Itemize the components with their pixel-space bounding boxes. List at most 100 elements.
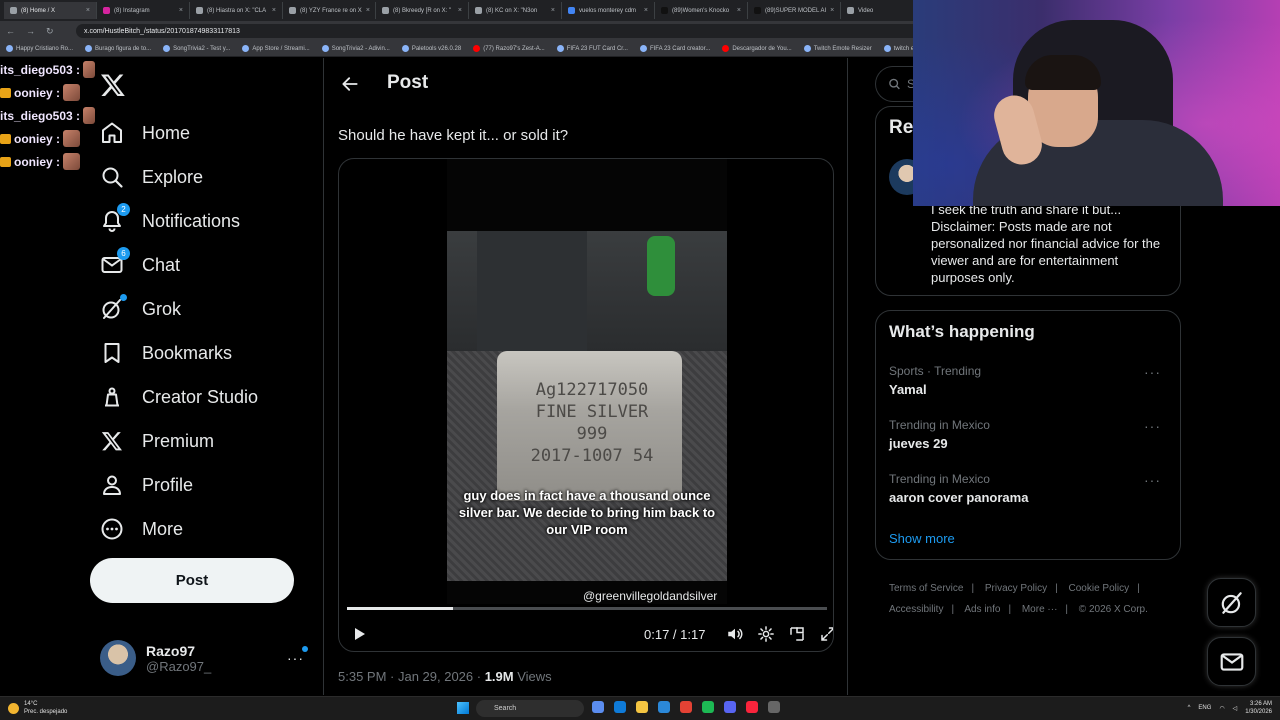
settings-gear-icon[interactable] <box>757 625 775 643</box>
bookmark-item[interactable]: App Store / Streami... <box>242 45 310 52</box>
bookmark-item[interactable]: Paletools v26.0.28 <box>401 45 461 52</box>
browser-tab[interactable]: (8) Hiastra on X: "CLA × <box>190 2 283 19</box>
x-logo-icon[interactable] <box>100 72 126 98</box>
bookmark-item[interactable]: FIFA 23 FUT Card Cr... <box>556 45 628 52</box>
back-nav-icon[interactable]: ← <box>6 26 16 36</box>
reload-icon[interactable]: ↻ <box>46 26 56 37</box>
footer-more-link[interactable]: More ··· <box>1022 604 1058 615</box>
browser-tab[interactable]: (8) KC on X: "N3on × <box>469 2 562 19</box>
video-controls: 0:17 / 1:17 <box>339 621 834 647</box>
chrome-icon[interactable] <box>680 701 692 713</box>
nav-more[interactable]: More <box>100 507 258 551</box>
close-tab-icon[interactable]: × <box>272 7 276 14</box>
close-tab-icon[interactable]: × <box>830 7 834 14</box>
terms-link[interactable]: Terms of Service <box>889 583 963 594</box>
nav-bookmarks[interactable]: Bookmarks <box>100 331 258 375</box>
clock[interactable]: 3:26 AM 1/30/2026 <box>1245 700 1272 716</box>
browser-tab[interactable]: vuelos monterey cdm × <box>562 2 655 19</box>
grok-fab[interactable] <box>1207 578 1256 627</box>
more-dots-icon[interactable]: ··· <box>1144 472 1161 488</box>
mail-icon: 6 <box>100 247 130 277</box>
browser-tab[interactable]: (8) Home / X × <box>4 2 97 19</box>
pip-icon[interactable] <box>788 625 806 643</box>
cookie-link[interactable]: Cookie Policy <box>1069 583 1130 594</box>
trend-item[interactable]: Trending in Mexico aaron cover panorama … <box>889 472 1169 505</box>
task-view-icon[interactable] <box>592 701 604 713</box>
fullscreen-icon[interactable] <box>819 625 834 643</box>
messages-fab[interactable] <box>1207 637 1256 686</box>
more-dots-icon[interactable]: ··· <box>287 646 308 666</box>
play-icon[interactable] <box>351 626 367 642</box>
video-caption: guy does in fact have a thousand ounce s… <box>458 488 716 537</box>
browser-tab[interactable]: (89)Women's Knocko × <box>655 2 748 19</box>
close-tab-icon[interactable]: × <box>179 7 183 14</box>
close-tab-icon[interactable]: × <box>644 7 648 14</box>
bookmark-item[interactable]: Happy Cristiano Ro... <box>6 45 73 52</box>
accessibility-link[interactable]: Accessibility <box>889 604 943 615</box>
address-bar[interactable]: x.com/HustleBitch_/status/20170187498331… <box>76 24 936 38</box>
video-player[interactable]: Ag122717050 FINE SILVER 999 2017-1007 54… <box>338 158 834 652</box>
nav-home[interactable]: Home <box>100 111 258 155</box>
post-button[interactable]: Post <box>90 558 294 603</box>
browser-tab[interactable]: (8) Bkreedy [R on X: " × <box>376 2 469 19</box>
ads-info-link[interactable]: Ads info <box>964 604 1000 615</box>
bar-engraving: Ag122717050 FINE SILVER 999 2017-1007 54 <box>530 380 654 466</box>
tiktok-favicon-icon <box>754 7 761 14</box>
show-more-link[interactable]: Show more <box>889 531 955 546</box>
wifi-icon[interactable]: ◠ <box>1219 705 1224 712</box>
weather-widget[interactable]: 14°C Prec. despejado <box>8 700 67 716</box>
video-progress-bar[interactable] <box>347 607 827 610</box>
privacy-link[interactable]: Privacy Policy <box>985 583 1047 594</box>
nav-premium[interactable]: Premium <box>100 419 258 463</box>
nav-creator-studio[interactable]: Creator Studio <box>100 375 258 419</box>
windows-start-icon[interactable] <box>457 702 469 714</box>
chat-message: ooniey : <box>0 127 95 150</box>
nav-explore[interactable]: Explore <box>100 155 258 199</box>
card-title: What’s happening <box>889 322 1035 341</box>
nav-chat[interactable]: 6 Chat <box>100 243 258 287</box>
file-explorer-icon[interactable] <box>636 701 648 713</box>
more-dots-icon[interactable]: ··· <box>1144 418 1161 434</box>
close-tab-icon[interactable]: × <box>366 7 370 14</box>
chat-badge: 6 <box>117 247 130 260</box>
system-tray: ^ ENG ◠ ◁ 3:26 AM 1/30/2026 <box>1188 700 1272 716</box>
store-icon[interactable] <box>658 701 670 713</box>
more-dots-icon[interactable]: ··· <box>1144 364 1161 380</box>
music-icon[interactable] <box>746 701 758 713</box>
nav-notifications[interactable]: 2 Notifications <box>100 199 258 243</box>
bookmark-item[interactable]: FIFA 23 Card creator... <box>639 45 710 52</box>
close-tab-icon[interactable]: × <box>458 7 462 14</box>
speaker-icon[interactable]: ◁ <box>1233 705 1238 712</box>
bookmark-item[interactable]: SongTrivia2 - Adivin... <box>321 45 390 52</box>
browser-tab[interactable]: (89)SUPER MODEL AI × <box>748 2 841 19</box>
spotify-icon[interactable] <box>702 701 714 713</box>
taskbar-search[interactable]: Search <box>476 700 584 717</box>
search-input[interactable]: S <box>875 66 915 102</box>
volume-icon[interactable] <box>726 625 744 643</box>
view-count: 1.9M <box>484 669 514 684</box>
browser-tab[interactable]: (8) Instagram × <box>97 2 190 19</box>
bookmark-item[interactable]: Twitch Emote Resizer <box>803 45 872 52</box>
emote-icon <box>83 61 95 78</box>
app-icon[interactable] <box>768 701 780 713</box>
edge-icon[interactable] <box>614 701 626 713</box>
back-arrow-icon[interactable] <box>340 74 360 94</box>
trend-item[interactable]: Sports · Trending Yamal ··· <box>889 364 1169 397</box>
close-tab-icon[interactable]: × <box>551 7 555 14</box>
discord-icon[interactable] <box>724 701 736 713</box>
account-switcher[interactable]: Razo97 @Razo97_ ··· <box>100 638 310 678</box>
close-tab-icon[interactable]: × <box>86 7 90 14</box>
browser-tab[interactable]: (8) YZY France re on X × <box>283 2 376 19</box>
bookmark-item[interactable]: SongTrivia2 - Test y... <box>163 45 230 52</box>
bookmark-item[interactable]: Descargador de You... <box>722 45 792 52</box>
bookmark-item[interactable]: (77) Razo97's Zest-A... <box>473 45 545 52</box>
forward-nav-icon[interactable]: → <box>26 26 36 36</box>
nav-grok[interactable]: Grok <box>100 287 258 331</box>
trend-item[interactable]: Trending in Mexico jueves 29 ··· <box>889 418 1169 451</box>
nav-profile[interactable]: Profile <box>100 463 258 507</box>
close-tab-icon[interactable]: × <box>737 7 741 14</box>
language-indicator[interactable]: ENG <box>1198 705 1211 711</box>
chat-message: its_diego503 : <box>0 58 95 81</box>
tray-chevron-icon[interactable]: ^ <box>1188 705 1191 711</box>
bookmark-item[interactable]: Burago figura de to... <box>85 45 151 52</box>
